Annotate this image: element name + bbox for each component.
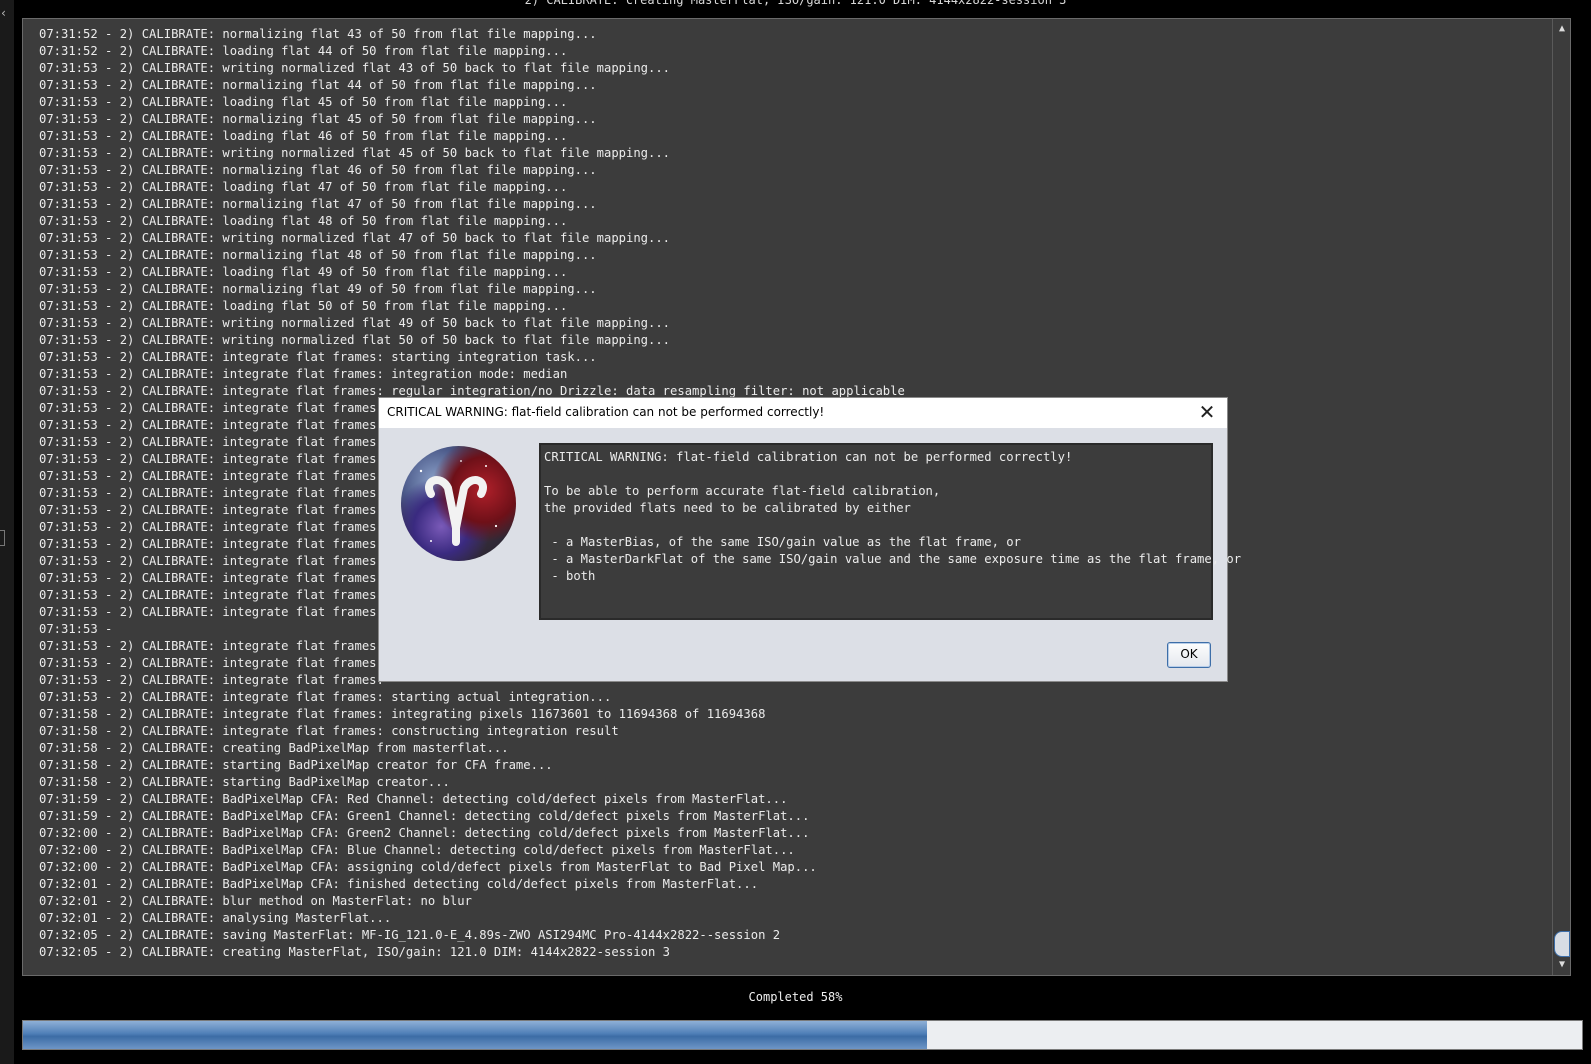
log-line: 07:31:53 - 2) CALIBRATE: normalizing fla… <box>39 112 597 126</box>
log-line: 07:31:53 - 2) CALIBRATE: writing normali… <box>39 61 671 75</box>
log-line: 07:31:58 - 2) CALIBRATE: starting BadPix… <box>39 758 553 772</box>
status-text: Completed 58% <box>748 990 843 1004</box>
scrollbar-thumb[interactable] <box>1554 931 1570 957</box>
dialog-message-line: CRITICAL WARNING: flat-field calibration… <box>544 450 1073 464</box>
log-line: 07:32:05 - 2) CALIBRATE: saving MasterFl… <box>39 928 781 942</box>
log-line: 07:31:53 - 2) CALIBRATE: loading flat 46… <box>39 129 568 143</box>
log-line: 07:32:01 - 2) CALIBRATE: analysing Maste… <box>39 911 392 925</box>
dialog-titlebar[interactable]: CRITICAL WARNING: flat-field calibration… <box>379 398 1227 428</box>
log-line: 07:31:58 - 2) CALIBRATE: integrate flat … <box>39 724 619 738</box>
log-line: 07:31:58 - 2) CALIBRATE: starting BadPix… <box>39 775 450 789</box>
dialog-message-line: - a MasterBias, of the same ISO/gain val… <box>544 535 1021 549</box>
log-line: 07:31:58 - 2) CALIBRATE: creating BadPix… <box>39 741 509 755</box>
close-icon[interactable]: ✕ <box>1197 402 1217 422</box>
dialog-message-line <box>541 466 1241 483</box>
log-line: 07:31:53 - 2) CALIBRATE: writing normali… <box>39 231 671 245</box>
progress-bar <box>22 1020 1583 1050</box>
log-line: 07:31:53 - 2) CALIBRATE: writing normali… <box>39 146 671 160</box>
dialog-body: CRITICAL WARNING: flat-field calibration… <box>379 428 1241 681</box>
log-line: 07:31:53 - 2) CALIBRATE: loading flat 48… <box>39 214 568 228</box>
dialog-message-line: the provided flats need to be calibrated… <box>544 501 911 515</box>
dialog-message-line: - a MasterDarkFlat of the same ISO/gain … <box>544 552 1242 566</box>
log-line: 07:31:53 - 2) CALIBRATE: loading flat 49… <box>39 265 568 279</box>
dialog-message-line: To be able to perform accurate flat-fiel… <box>544 484 941 498</box>
log-line: 07:31:53 - 2) CALIBRATE: writing normali… <box>39 333 671 347</box>
log-line: 07:31:53 - 2) CALIBRATE: normalizing fla… <box>39 248 597 262</box>
log-line: 07:31:53 - 2) CALIBRATE: normalizing fla… <box>39 163 597 177</box>
log-line: 07:31:52 - 2) CALIBRATE: loading flat 44… <box>39 44 568 58</box>
log-line: 07:31:53 - 2) CALIBRATE: loading flat 47… <box>39 180 568 194</box>
log-scrollbar[interactable]: ▲ ▼ <box>1552 19 1570 975</box>
log-line: 07:31:58 - 2) CALIBRATE: integrate flat … <box>39 707 766 721</box>
log-line: 07:31:53 - 2) CALIBRATE: normalizing fla… <box>39 78 597 92</box>
progress-fill <box>23 1021 928 1049</box>
window-title: 2) CALIBRATE: creating MasterFlat, ISO/g… <box>524 0 1067 7</box>
log-line: 07:32:01 - 2) CALIBRATE: BadPixelMap CFA… <box>39 877 759 891</box>
log-line: 07:31:59 - 2) CALIBRATE: BadPixelMap CFA… <box>39 809 810 823</box>
log-line: 07:31:53 - 2) CALIBRATE: loading flat 45… <box>39 95 568 109</box>
chevron-left-icon: ‹ <box>0 6 8 20</box>
log-line: 07:31:53 - 2) CALIBRATE: writing normali… <box>39 316 671 330</box>
log-line: 07:32:00 - 2) CALIBRATE: BadPixelMap CFA… <box>39 843 795 857</box>
scroll-up-icon[interactable]: ▲ <box>1555 22 1569 36</box>
log-line: 07:31:53 - 2) CALIBRATE: integrate flat … <box>39 690 612 704</box>
log-line: 07:31:53 - 2) CALIBRATE: loading flat 50… <box>39 299 568 313</box>
critical-warning-dialog: CRITICAL WARNING: flat-field calibration… <box>378 397 1241 682</box>
dialog-message: CRITICAL WARNING: flat-field calibration… <box>539 443 1241 620</box>
app-logo-icon <box>401 446 516 561</box>
scroll-down-icon[interactable]: ▼ <box>1555 958 1569 972</box>
ok-button[interactable]: OK <box>1167 642 1211 668</box>
log-line: 07:31:53 - 2) CALIBRATE: integrate flat … <box>39 350 597 364</box>
dialog-message-line: - both <box>544 569 596 583</box>
left-edge-strip: ‹ <box>0 0 14 1064</box>
dialog-title: CRITICAL WARNING: flat-field calibration… <box>387 405 825 419</box>
edge-handle <box>0 530 5 546</box>
dialog-message-line <box>541 517 1241 534</box>
log-line: 07:32:00 - 2) CALIBRATE: BadPixelMap CFA… <box>39 826 810 840</box>
log-line: 07:32:00 - 2) CALIBRATE: BadPixelMap CFA… <box>39 860 817 874</box>
log-line: 07:32:01 - 2) CALIBRATE: blur method on … <box>39 894 472 908</box>
log-line: 07:32:05 - 2) CALIBRATE: creating Master… <box>39 945 671 959</box>
log-line: 07:31:53 - 2) CALIBRATE: integrate flat … <box>39 367 568 381</box>
log-line: 07:31:52 - 2) CALIBRATE: normalizing fla… <box>39 27 597 41</box>
log-line: 07:31:53 - 2) CALIBRATE: normalizing fla… <box>39 197 597 211</box>
log-line: 07:31:53 - 2) CALIBRATE: normalizing fla… <box>39 282 597 296</box>
log-line: 07:31:59 - 2) CALIBRATE: BadPixelMap CFA… <box>39 792 788 806</box>
